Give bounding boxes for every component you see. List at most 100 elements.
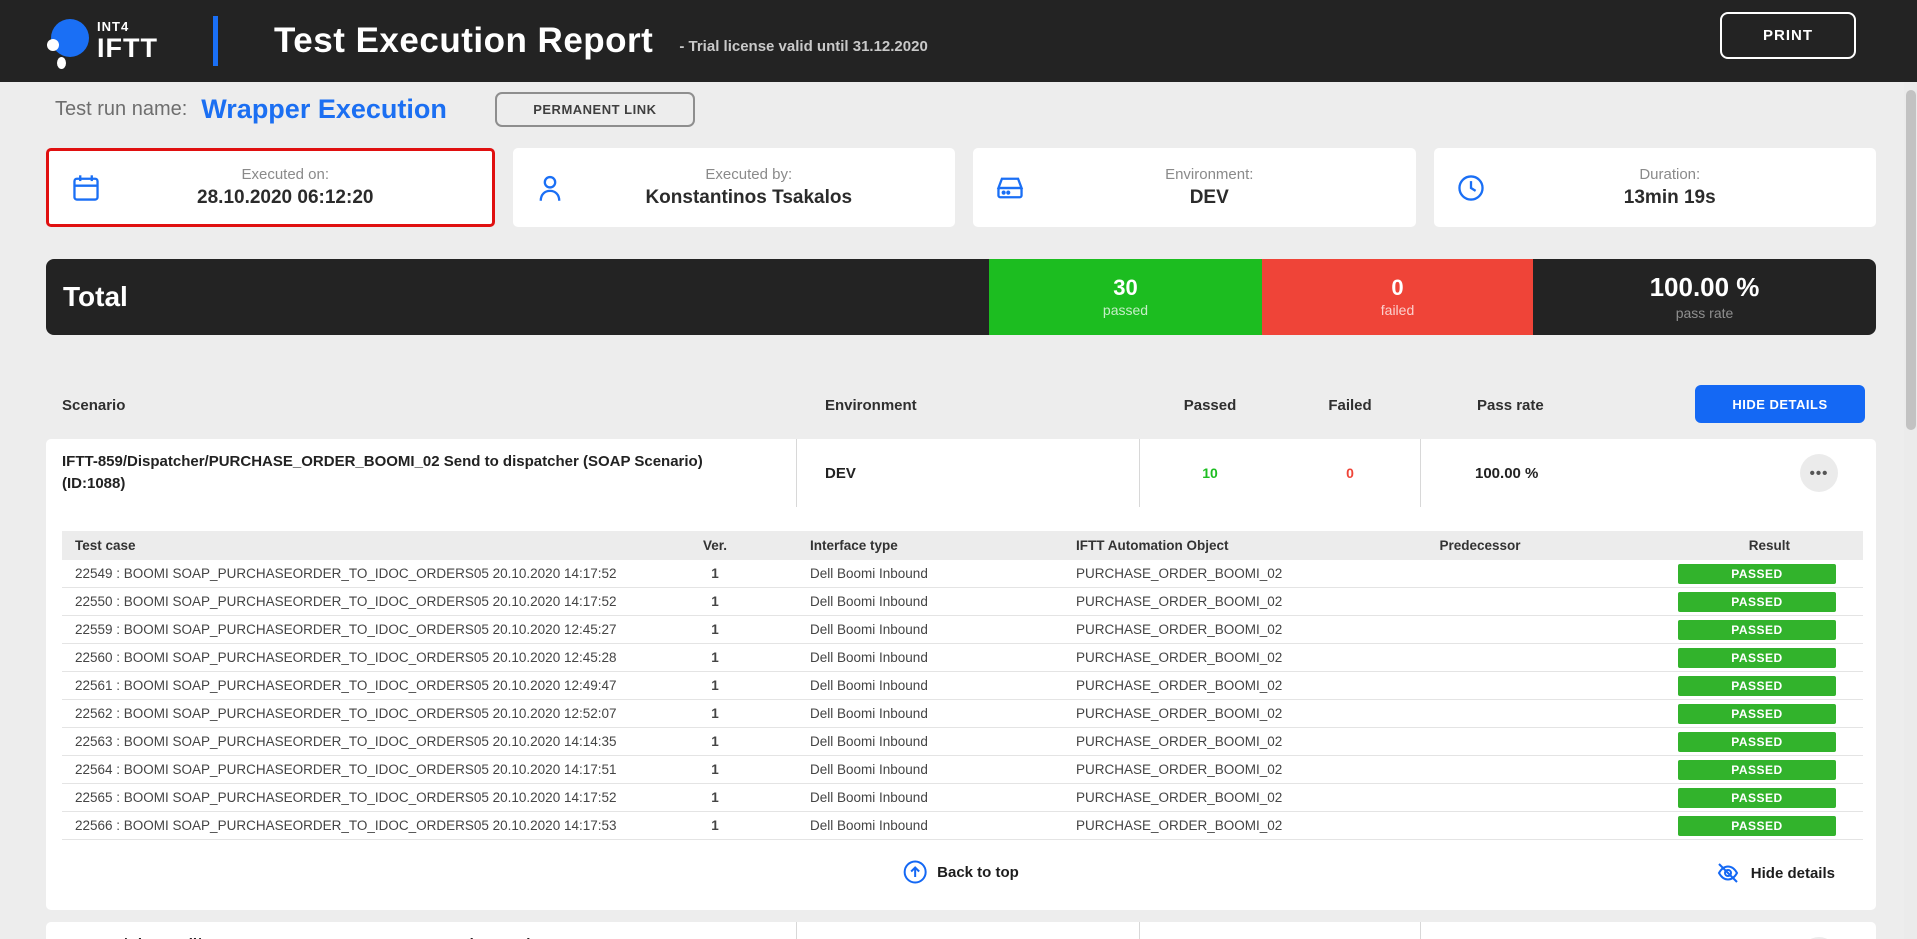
test-case-interface-type: Dell Boomi Inbound xyxy=(770,790,1060,805)
test-case-version: 1 xyxy=(660,818,770,833)
test-case-row: 22565 : BOOMI SOAP_PURCHASEORDER_TO_IDOC… xyxy=(62,784,1863,812)
test-case-interface-type: Dell Boomi Inbound xyxy=(770,818,1060,833)
test-case-automation-object: PURCHASE_ORDER_BOOMI_02 xyxy=(1060,762,1380,777)
info-cards-row: Executed on: 28.10.2020 06:12:20 Execute… xyxy=(46,148,1876,227)
clock-icon xyxy=(1456,173,1486,203)
test-case-row: 22561 : BOOMI SOAP_PURCHASEORDER_TO_IDOC… xyxy=(62,672,1863,700)
test-case-automation-object: PURCHASE_ORDER_BOOMI_02 xyxy=(1060,678,1380,693)
test-case-name: 22562 : BOOMI SOAP_PURCHASEORDER_TO_IDOC… xyxy=(62,706,660,721)
scenario-card-1: IFTT-859/Dispatcher/PURCHASE_ORDER_BOOMI… xyxy=(46,439,1876,910)
header-divider xyxy=(213,16,218,66)
scrollbar-thumb[interactable] xyxy=(1906,90,1916,430)
permanent-link-button[interactable]: PERMANENT LINK xyxy=(495,92,695,127)
license-note: - Trial license valid until 31.12.2020 xyxy=(679,38,927,55)
result-badge: PASSED xyxy=(1678,704,1836,724)
test-case-name: 22560 : BOOMI SOAP_PURCHASEORDER_TO_IDOC… xyxy=(62,650,660,665)
result-badge: PASSED xyxy=(1678,676,1836,696)
result-badge: PASSED xyxy=(1678,648,1836,668)
passed-label: passed xyxy=(1103,302,1148,318)
scenario-failed: 0 xyxy=(1280,465,1420,481)
test-case-interface-type: Dell Boomi Inbound xyxy=(770,650,1060,665)
test-case-row: 22563 : BOOMI SOAP_PURCHASEORDER_TO_IDOC… xyxy=(62,728,1863,756)
brand-top: INT4 xyxy=(97,20,158,33)
card-label: Executed on: xyxy=(101,166,470,183)
pass-rate-label: pass rate xyxy=(1676,305,1734,321)
hide-details-link[interactable]: Hide details xyxy=(1715,860,1835,886)
test-case-rows: 22549 : BOOMI SOAP_PURCHASEORDER_TO_IDOC… xyxy=(62,560,1863,840)
column-ver: Ver. xyxy=(660,538,770,553)
environment-card: Environment: DEV xyxy=(973,148,1416,227)
test-case-table-header: Test case Ver. Interface type IFTT Autom… xyxy=(62,531,1863,560)
scenario-menu-button[interactable]: ••• xyxy=(1800,454,1838,492)
brand-bottom: IFTT xyxy=(97,35,158,62)
card-label: Environment: xyxy=(1025,166,1394,183)
column-pass-rate: Pass rate xyxy=(1420,397,1620,414)
test-case-automation-object: PURCHASE_ORDER_BOOMI_02 xyxy=(1060,622,1380,637)
print-button[interactable]: PRINT xyxy=(1720,12,1856,59)
test-case-interface-type: Dell Boomi Inbound xyxy=(770,706,1060,721)
back-to-top-link[interactable]: Back to top xyxy=(903,860,1019,884)
failed-count: 0 xyxy=(1391,276,1403,300)
card-label: Duration: xyxy=(1486,166,1855,183)
scenario-list-header: Scenario Environment Passed Failed Pass … xyxy=(46,383,1876,427)
scenario-title: IFTT-859/DirectCall/PURCHASE_ORDER_BOOMI… xyxy=(46,922,797,939)
card-value: DEV xyxy=(1025,187,1394,209)
total-failed-segment: 0 failed xyxy=(1262,259,1533,335)
logo-icon xyxy=(43,13,91,69)
test-case-row: 22559 : BOOMI SOAP_PURCHASEORDER_TO_IDOC… xyxy=(62,616,1863,644)
test-case-automation-object: PURCHASE_ORDER_BOOMI_02 xyxy=(1060,706,1380,721)
column-scenario: Scenario xyxy=(46,397,797,414)
scenario-row: IFTT-859/DirectCall/PURCHASE_ORDER_BOOMI… xyxy=(46,922,1876,939)
scenario-passed: 10 xyxy=(1140,465,1280,481)
eye-off-icon xyxy=(1715,860,1741,886)
test-case-interface-type: Dell Boomi Inbound xyxy=(770,594,1060,609)
duration-card: Duration: 13min 19s xyxy=(1434,148,1877,227)
test-case-name: 22559 : BOOMI SOAP_PURCHASEORDER_TO_IDOC… xyxy=(62,622,660,637)
column-result: Result xyxy=(1580,538,1863,553)
hide-details-button[interactable]: HIDE DETAILS xyxy=(1695,385,1865,423)
test-case-interface-type: Dell Boomi Inbound xyxy=(770,734,1060,749)
test-case-row: 22549 : BOOMI SOAP_PURCHASEORDER_TO_IDOC… xyxy=(62,560,1863,588)
calendar-icon xyxy=(71,173,101,203)
passed-count: 30 xyxy=(1113,276,1137,300)
arrow-up-circle-icon xyxy=(903,860,927,884)
user-icon xyxy=(535,173,565,203)
test-case-interface-type: Dell Boomi Inbound xyxy=(770,566,1060,581)
test-case-version: 1 xyxy=(660,762,770,777)
test-case-interface-type: Dell Boomi Inbound xyxy=(770,622,1060,637)
test-case-row: 22566 : BOOMI SOAP_PURCHASEORDER_TO_IDOC… xyxy=(62,812,1863,840)
card-value: 13min 19s xyxy=(1486,187,1855,209)
test-run-name: Wrapper Execution xyxy=(201,94,447,125)
test-case-automation-object: PURCHASE_ORDER_BOOMI_02 xyxy=(1060,818,1380,833)
column-predecessor: Predecessor xyxy=(1380,538,1580,553)
test-case-automation-object: PURCHASE_ORDER_BOOMI_02 xyxy=(1060,566,1380,581)
test-case-version: 1 xyxy=(660,734,770,749)
test-case-name: 22564 : BOOMI SOAP_PURCHASEORDER_TO_IDOC… xyxy=(62,762,660,777)
scenario-environment: DEV xyxy=(797,922,1140,939)
column-divider xyxy=(1420,922,1421,939)
test-case-name: 22565 : BOOMI SOAP_PURCHASEORDER_TO_IDOC… xyxy=(62,790,660,805)
scrollbar[interactable] xyxy=(1904,82,1917,939)
int4-iftt-logo: INT4 IFTT xyxy=(43,13,158,69)
page-title: Test Execution Report xyxy=(274,21,653,61)
test-case-interface-type: Dell Boomi Inbound xyxy=(770,678,1060,693)
total-pass-rate-segment: 100.00 % pass rate xyxy=(1533,259,1876,335)
result-badge: PASSED xyxy=(1678,788,1836,808)
column-test-case: Test case xyxy=(62,538,660,553)
back-to-top-label: Back to top xyxy=(937,864,1019,881)
test-case-name: 22550 : BOOMI SOAP_PURCHASEORDER_TO_IDOC… xyxy=(62,594,660,609)
test-case-version: 1 xyxy=(660,790,770,805)
test-case-version: 1 xyxy=(660,650,770,665)
scenario-title: IFTT-859/Dispatcher/PURCHASE_ORDER_BOOMI… xyxy=(46,439,797,507)
pass-rate-value: 100.00 % xyxy=(1650,273,1760,302)
column-interface-type: Interface type xyxy=(770,538,1060,553)
test-case-name: 22566 : BOOMI SOAP_PURCHASEORDER_TO_IDOC… xyxy=(62,818,660,833)
result-badge: PASSED xyxy=(1678,620,1836,640)
test-case-row: 22560 : BOOMI SOAP_PURCHASEORDER_TO_IDOC… xyxy=(62,644,1863,672)
total-passed-segment: 30 passed xyxy=(989,259,1262,335)
column-passed: Passed xyxy=(1140,397,1280,414)
test-case-row: 22564 : BOOMI SOAP_PURCHASEORDER_TO_IDOC… xyxy=(62,756,1863,784)
test-case-name: 22549 : BOOMI SOAP_PURCHASEORDER_TO_IDOC… xyxy=(62,566,660,581)
test-case-version: 1 xyxy=(660,706,770,721)
test-case-name: 22561 : BOOMI SOAP_PURCHASEORDER_TO_IDOC… xyxy=(62,678,660,693)
